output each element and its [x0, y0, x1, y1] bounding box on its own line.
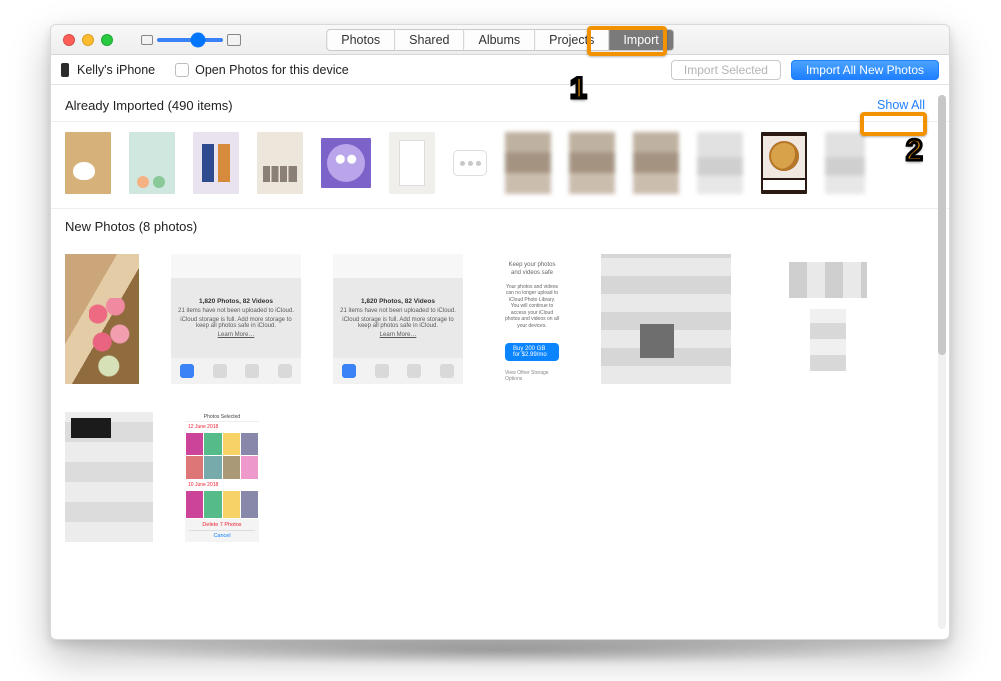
ios-popup-alt: View Other Storage Options [505, 370, 559, 382]
tab-shared[interactable]: Shared [395, 29, 464, 51]
close-window-button[interactable] [63, 34, 75, 46]
new-photo-thumb[interactable]: Keep your photos and videos safe Your ph… [495, 254, 569, 384]
minimize-window-button[interactable] [82, 34, 94, 46]
new-photo-thumb-blurred[interactable] [601, 254, 731, 384]
imported-thumb[interactable] [321, 138, 371, 188]
more-thumbs-button[interactable] [453, 150, 487, 176]
photoapp-cancel: Cancel [189, 530, 255, 539]
open-photos-label: Open Photos for this device [195, 63, 349, 77]
zoom-thumbnails-icon [141, 35, 153, 45]
new-photo-thumb[interactable]: Photos Selected 12 June 2018 10 June 201… [185, 412, 259, 542]
device-name: Kelly's iPhone [77, 63, 155, 77]
vertical-scrollbar[interactable] [938, 95, 946, 629]
import-selected-button[interactable]: Import Selected [671, 60, 781, 80]
zoom-thumbnails-large-icon [227, 34, 241, 46]
photoapp-date2: 10 June 2018 [185, 480, 259, 490]
new-photo-thumb-blurred[interactable] [763, 254, 893, 384]
tab-photos[interactable]: Photos [326, 29, 395, 51]
already-imported-section: Already Imported (490 items) Show All [51, 85, 949, 209]
imported-thumb-blurred[interactable] [505, 132, 551, 194]
imported-thumb-blurred[interactable] [633, 132, 679, 194]
new-photo-thumb[interactable]: 1,820 Photos, 82 Videos 21 items have no… [171, 254, 301, 384]
photoapp-title: Photos Selected [185, 412, 259, 422]
top-tabs: Photos Shared Albums Projects Import [326, 29, 674, 51]
new-photos-grid: 1,820 Photos, 82 Videos 21 items have no… [51, 240, 949, 562]
window-controls [63, 34, 113, 46]
imported-thumb[interactable] [129, 132, 175, 194]
imported-thumb-blurred[interactable] [697, 132, 743, 194]
already-imported-row [51, 122, 949, 209]
already-imported-header: Already Imported (490 items) [65, 98, 233, 113]
tab-albums[interactable]: Albums [464, 29, 535, 51]
imported-thumb[interactable] [761, 132, 807, 194]
window-titlebar: Photos Shared Albums Projects Import [51, 25, 949, 55]
photoapp-delete: Delete 7 Photos [202, 522, 241, 528]
import-all-new-button[interactable]: Import All New Photos [791, 60, 939, 80]
new-photos-section: New Photos (8 photos) 1,820 Photos, 82 V… [51, 209, 949, 639]
imported-thumb[interactable] [257, 132, 303, 194]
thumbnail-zoom-slider[interactable] [141, 34, 241, 46]
zoom-slider[interactable] [157, 38, 223, 42]
ios-card-line1: 21 items have not been uploaded to iClou… [178, 308, 294, 314]
fullscreen-window-button[interactable] [101, 34, 113, 46]
tab-projects[interactable]: Projects [535, 29, 609, 51]
import-subbar: Kelly's iPhone Open Photos for this devi… [51, 55, 949, 85]
new-photo-thumb-blurred[interactable] [65, 412, 153, 542]
show-all-button[interactable]: Show All [867, 95, 935, 115]
iphone-icon [61, 63, 69, 77]
imported-thumb-blurred[interactable] [569, 132, 615, 194]
imported-thumb[interactable] [65, 132, 111, 194]
open-photos-checkbox[interactable]: Open Photos for this device [175, 63, 349, 77]
tab-import[interactable]: Import [609, 29, 673, 51]
new-photo-thumb[interactable]: 1,820 Photos, 82 Videos 21 items have no… [333, 254, 463, 384]
imported-thumb[interactable] [193, 132, 239, 194]
ios-card-line2: iCloud storage is full. Add more storage… [177, 317, 295, 329]
imported-thumb[interactable] [389, 132, 435, 194]
new-photo-thumb[interactable] [65, 254, 139, 384]
ios-popup-cta: Buy 200 GB for $2.99/mo [505, 343, 559, 361]
photos-app-window: Photos Shared Albums Projects Import Kel… [50, 24, 950, 640]
ios-card-title: 1,820 Photos, 82 Videos [199, 298, 273, 305]
checkbox-icon [175, 63, 189, 77]
ios-popup-headline: Keep your photos and videos safe [505, 262, 559, 278]
imported-thumb-blurred[interactable] [825, 132, 865, 194]
ios-card-learn-more: Learn More… [218, 332, 255, 338]
scrollbar-thumb[interactable] [938, 95, 946, 355]
new-photos-header: New Photos (8 photos) [65, 219, 197, 234]
photoapp-date1: 12 June 2018 [185, 422, 259, 432]
ios-popup-body: Your photos and videos can no longer upl… [505, 284, 559, 330]
